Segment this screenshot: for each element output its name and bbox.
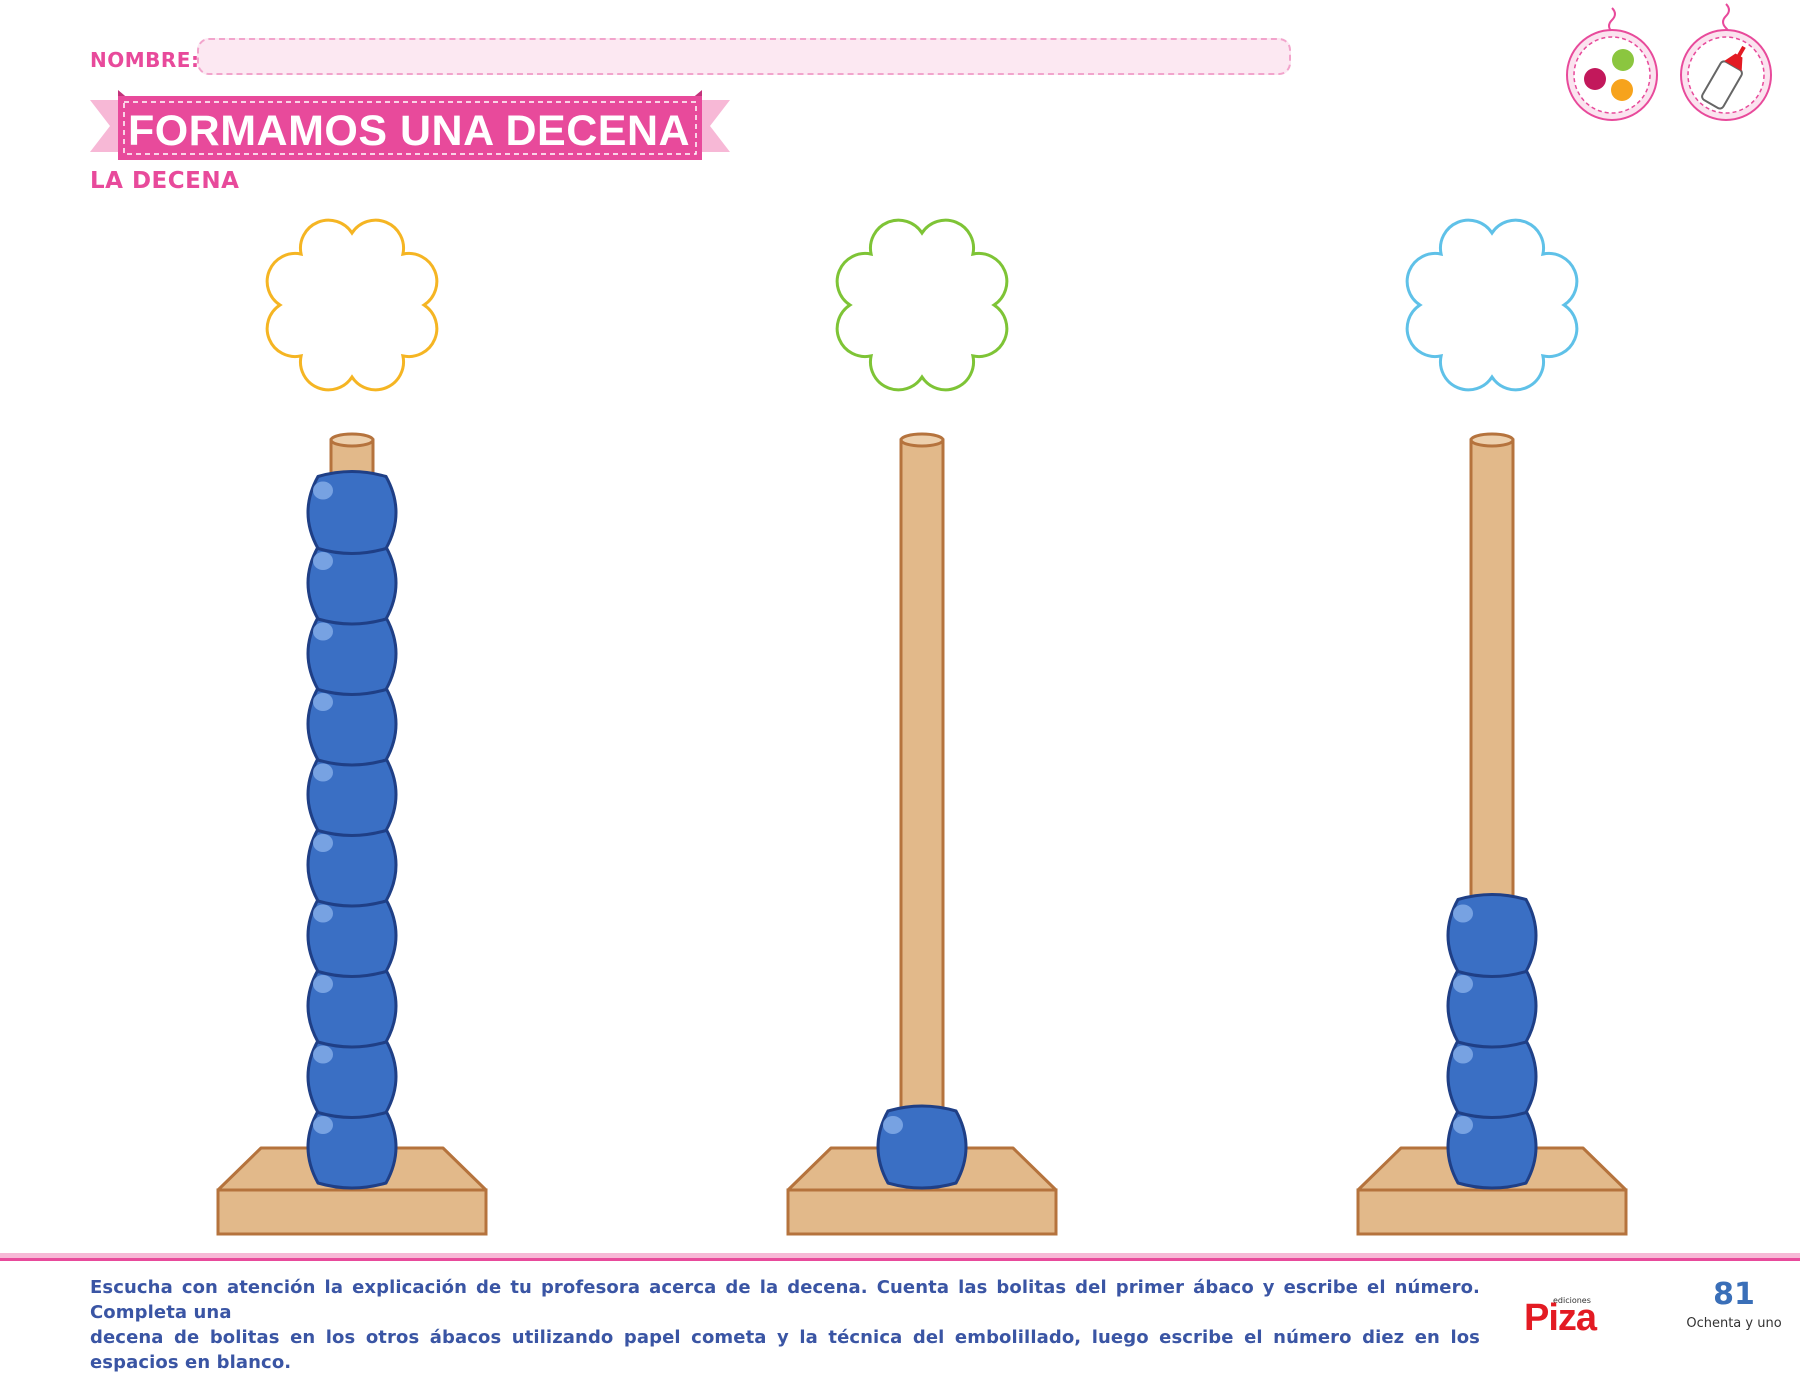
bead-shine bbox=[1453, 1116, 1473, 1134]
bead-shine bbox=[1453, 975, 1473, 993]
bead-shine bbox=[313, 1116, 333, 1134]
bead-shine bbox=[313, 693, 333, 711]
bead-shine bbox=[883, 1116, 903, 1134]
page-number-words: Ochenta y uno bbox=[1686, 1316, 1782, 1331]
abacus-pole bbox=[899, 438, 945, 1129]
bead bbox=[1446, 893, 1538, 978]
page-title: FORMAMOS UNA DECENA bbox=[127, 107, 691, 155]
abacus-2 bbox=[786, 218, 1058, 1236]
abacus-base bbox=[216, 1188, 488, 1236]
bead-shine bbox=[313, 763, 333, 782]
bead-shine bbox=[313, 481, 333, 500]
abacus-1 bbox=[216, 218, 488, 1236]
abacus-scene bbox=[216, 218, 1628, 1236]
pole-top bbox=[899, 432, 945, 448]
page-number: 81 bbox=[1713, 1277, 1755, 1312]
name-label: NOMBRE: bbox=[90, 48, 200, 72]
bead-shine bbox=[313, 975, 333, 993]
instruction-line-2: decena de bolitas en los otros ábacos ut… bbox=[90, 1327, 1480, 1373]
bead-shine bbox=[313, 834, 333, 852]
bead-shine bbox=[1453, 904, 1473, 923]
bead bbox=[306, 470, 398, 555]
answer-flower bbox=[265, 218, 439, 392]
answer-flower bbox=[835, 218, 1009, 392]
section-subtitle: LA DECENA bbox=[90, 168, 240, 194]
answer-flower bbox=[1405, 218, 1579, 392]
instruction-line-1: Escucha con atención la explicación de t… bbox=[90, 1277, 1480, 1323]
bead-shine bbox=[313, 622, 333, 641]
bead-shine bbox=[1453, 1045, 1473, 1064]
bead-shine bbox=[313, 552, 333, 570]
abacus-3 bbox=[1356, 218, 1628, 1236]
pole-top bbox=[1469, 432, 1515, 448]
bead-shine bbox=[313, 1045, 333, 1064]
abacus-pole bbox=[1469, 438, 1515, 917]
abacus-base bbox=[1356, 1188, 1628, 1236]
instruction-text: Escucha con atención la explicación de t… bbox=[90, 1275, 1480, 1375]
name-field[interactable] bbox=[197, 38, 1291, 75]
bead bbox=[876, 1104, 968, 1190]
brand-logo: Piza bbox=[1524, 1297, 1597, 1339]
pole-top bbox=[329, 432, 375, 448]
bead-shine bbox=[313, 904, 333, 923]
abacus-base bbox=[786, 1188, 1058, 1236]
